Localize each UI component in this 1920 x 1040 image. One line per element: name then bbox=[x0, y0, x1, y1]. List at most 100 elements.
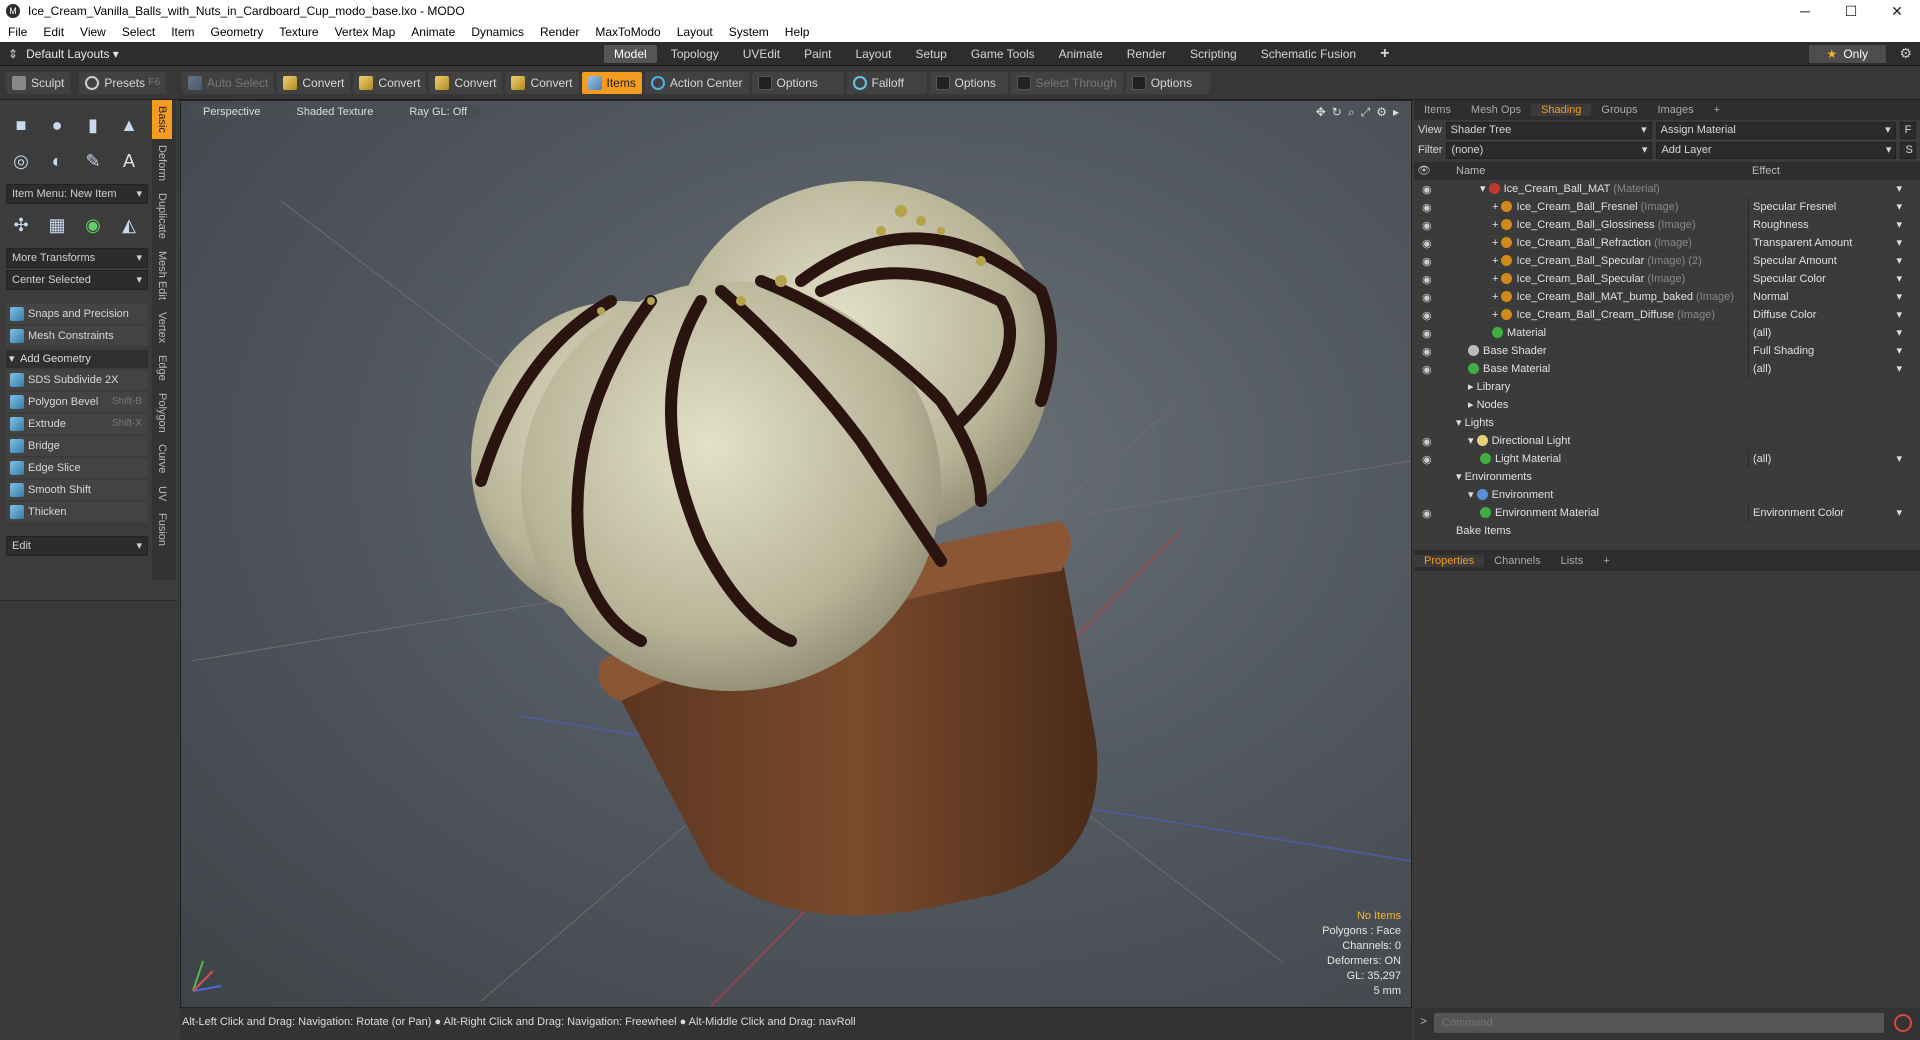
vtab-curve[interactable]: Curve bbox=[152, 438, 172, 479]
eye-icon[interactable]: ◉ bbox=[1422, 433, 1432, 451]
add-layer-dropdown[interactable]: Add Layer bbox=[1656, 141, 1897, 159]
expand-icon[interactable]: + bbox=[1492, 237, 1501, 249]
tab-model[interactable]: Model bbox=[604, 44, 657, 63]
expand-icon[interactable]: ▸ bbox=[1468, 399, 1477, 411]
vtab-duplicate[interactable]: Duplicate bbox=[152, 187, 172, 245]
filter-dropdown[interactable]: (none) bbox=[1446, 141, 1653, 159]
effect-dropdown[interactable]: (all) bbox=[1748, 360, 1904, 378]
vtab-basic[interactable]: Basic bbox=[152, 100, 172, 139]
tab-schematic-fusion[interactable]: Schematic Fusion bbox=[1251, 45, 1366, 63]
eye-icon[interactable]: ◉ bbox=[1422, 253, 1432, 271]
expand-icon[interactable]: + bbox=[1492, 273, 1501, 285]
tab-channels[interactable]: Channels bbox=[1484, 555, 1550, 567]
effect-dropdown[interactable]: Specular Fresnel bbox=[1748, 198, 1904, 216]
tab-game-tools[interactable]: Game Tools bbox=[961, 45, 1045, 63]
expand-icon[interactable]: ▾ bbox=[1456, 417, 1465, 429]
tree-row[interactable]: ▾ Environment bbox=[1414, 486, 1920, 504]
tab-groups[interactable]: Groups bbox=[1591, 104, 1647, 116]
falloff-options-button[interactable]: Options bbox=[929, 71, 1008, 94]
perspective-button[interactable]: Perspective bbox=[189, 105, 275, 119]
tree-row[interactable]: ◉ + Ice_Cream_Ball_MAT_bump_baked (Image)… bbox=[1414, 288, 1920, 306]
effect-dropdown[interactable]: Environment Color bbox=[1748, 504, 1904, 522]
gear-icon[interactable]: ⚙ bbox=[1899, 45, 1912, 62]
action-center-options-button[interactable]: Options bbox=[751, 71, 844, 94]
expand-icon[interactable]: ▸ bbox=[1468, 381, 1477, 393]
effect-column-header[interactable]: Effect bbox=[1748, 162, 1780, 180]
items-mode-button[interactable]: Items bbox=[581, 71, 642, 94]
menu-maxtomodo[interactable]: MaxToModo bbox=[587, 25, 668, 39]
menu-system[interactable]: System bbox=[721, 25, 777, 39]
scale-icon[interactable]: ◭ bbox=[114, 210, 144, 240]
effect-dropdown[interactable]: Specular Amount bbox=[1748, 252, 1904, 270]
item-menu-dropdown[interactable]: Item Menu: New Item bbox=[6, 184, 148, 204]
eye-icon[interactable]: ◉ bbox=[1422, 289, 1432, 307]
tab-setup[interactable]: Setup bbox=[905, 45, 956, 63]
tab-animate[interactable]: Animate bbox=[1049, 45, 1113, 63]
cone-icon[interactable]: ▲ bbox=[114, 110, 144, 140]
tab-images[interactable]: Images bbox=[1648, 104, 1704, 116]
tree-row[interactable]: ◉ + Ice_Cream_Ball_Fresnel (Image) Specula… bbox=[1414, 198, 1920, 216]
cylinder-icon[interactable]: ▮ bbox=[78, 110, 108, 140]
tree-row[interactable]: Bake Items bbox=[1414, 522, 1920, 540]
menu-layout[interactable]: Layout bbox=[669, 25, 721, 39]
tree-row[interactable]: ◉ ▾ Directional Light bbox=[1414, 432, 1920, 450]
convert-item-button[interactable]: Convert bbox=[505, 71, 579, 94]
tree-row[interactable]: ◉ + Ice_Cream_Ball_Specular (Image) Specul… bbox=[1414, 270, 1920, 288]
tree-row[interactable]: ▸ Nodes bbox=[1414, 396, 1920, 414]
tab-layout[interactable]: Layout bbox=[845, 45, 901, 63]
expand-icon[interactable]: + bbox=[1492, 255, 1501, 267]
vtab-fusion[interactable]: Fusion bbox=[152, 507, 172, 552]
bridge-button[interactable]: Bridge bbox=[6, 436, 148, 456]
effect-dropdown[interactable]: Full Shading bbox=[1748, 342, 1904, 360]
record-icon[interactable] bbox=[1894, 1014, 1912, 1032]
tab-uvedit[interactable]: UVEdit bbox=[733, 45, 790, 63]
viewport-menu-icon[interactable]: ▸ bbox=[1393, 105, 1399, 120]
only-button[interactable]: ★ Only bbox=[1808, 44, 1886, 63]
mesh-constraints-button[interactable]: Mesh Constraints bbox=[6, 326, 148, 346]
sds-subdivide-2x-button[interactable]: SDS Subdivide 2X bbox=[6, 370, 148, 390]
tab-add[interactable]: + bbox=[1704, 104, 1730, 116]
f-button[interactable]: F bbox=[1899, 121, 1916, 153]
edit-dropdown[interactable]: Edit bbox=[6, 536, 148, 556]
cube-icon[interactable]: ■ bbox=[6, 110, 36, 140]
thicken-button[interactable]: Thicken bbox=[6, 502, 148, 522]
shaded-texture-button[interactable]: Shaded Texture bbox=[282, 105, 388, 119]
expand-icon[interactable]: + bbox=[1492, 291, 1501, 303]
expand-icon[interactable]: + bbox=[1492, 309, 1501, 321]
convert-vertex-button[interactable]: Convert bbox=[277, 71, 351, 94]
tree-row[interactable]: ◉ Base Shader Full Shading bbox=[1414, 342, 1920, 360]
move-view-icon[interactable]: ✥ bbox=[1316, 105, 1326, 120]
eye-icon[interactable]: ◉ bbox=[1422, 451, 1432, 469]
polygon-bevel-button[interactable]: Polygon Bevel Shift-B bbox=[6, 392, 148, 412]
falloff-button[interactable]: Falloff bbox=[846, 71, 927, 94]
auto-select-button[interactable]: Auto Select bbox=[182, 71, 275, 94]
tree-row[interactable]: ◉ + Ice_Cream_Ball_Specular (Image) (2) Sp… bbox=[1414, 252, 1920, 270]
select-options-button[interactable]: Options bbox=[1125, 71, 1210, 94]
edge-slice-button[interactable]: Edge Slice bbox=[6, 458, 148, 478]
command-input[interactable] bbox=[1434, 1013, 1884, 1033]
vtab-edge[interactable]: Edge bbox=[152, 349, 172, 387]
tab-shading[interactable]: Shading bbox=[1531, 104, 1592, 116]
tab-scripting[interactable]: Scripting bbox=[1180, 45, 1247, 63]
effect-dropdown[interactable]: Diffuse Color bbox=[1748, 306, 1904, 324]
effect-dropdown[interactable]: Normal bbox=[1748, 288, 1904, 306]
tree-row[interactable]: ◉ Material (all) bbox=[1414, 324, 1920, 342]
effect-dropdown[interactable]: Specular Color bbox=[1748, 270, 1904, 288]
tab-topology[interactable]: Topology bbox=[661, 45, 729, 63]
close-button[interactable]: ✕ bbox=[1874, 0, 1920, 22]
eye-icon[interactable]: ◉ bbox=[1422, 199, 1432, 217]
tree-row[interactable]: ◉ + Ice_Cream_Ball_Cream_Diffuse (Image) D… bbox=[1414, 306, 1920, 324]
convert-edge-button[interactable]: Convert bbox=[353, 71, 427, 94]
tab-lists[interactable]: Lists bbox=[1551, 555, 1594, 567]
menu-view[interactable]: View bbox=[72, 25, 114, 39]
tree-row[interactable]: ◉ Environment Material Environment Color bbox=[1414, 504, 1920, 522]
text-icon[interactable]: A bbox=[114, 146, 144, 176]
more-transforms-dropdown[interactable]: More Transforms bbox=[6, 248, 148, 268]
action-center-button[interactable]: Action Center bbox=[644, 71, 749, 94]
smooth-shift-button[interactable]: Smooth Shift bbox=[6, 480, 148, 500]
eye-icon[interactable]: ◉ bbox=[1422, 217, 1432, 235]
expand-icon[interactable]: ▾ bbox=[1456, 471, 1465, 483]
tree-row[interactable]: ▾ Lights bbox=[1414, 414, 1920, 432]
tree-row[interactable]: ◉ ▾ Ice_Cream_Ball_MAT (Material) bbox=[1414, 180, 1920, 198]
tab-mesh-ops[interactable]: Mesh Ops bbox=[1461, 104, 1531, 116]
